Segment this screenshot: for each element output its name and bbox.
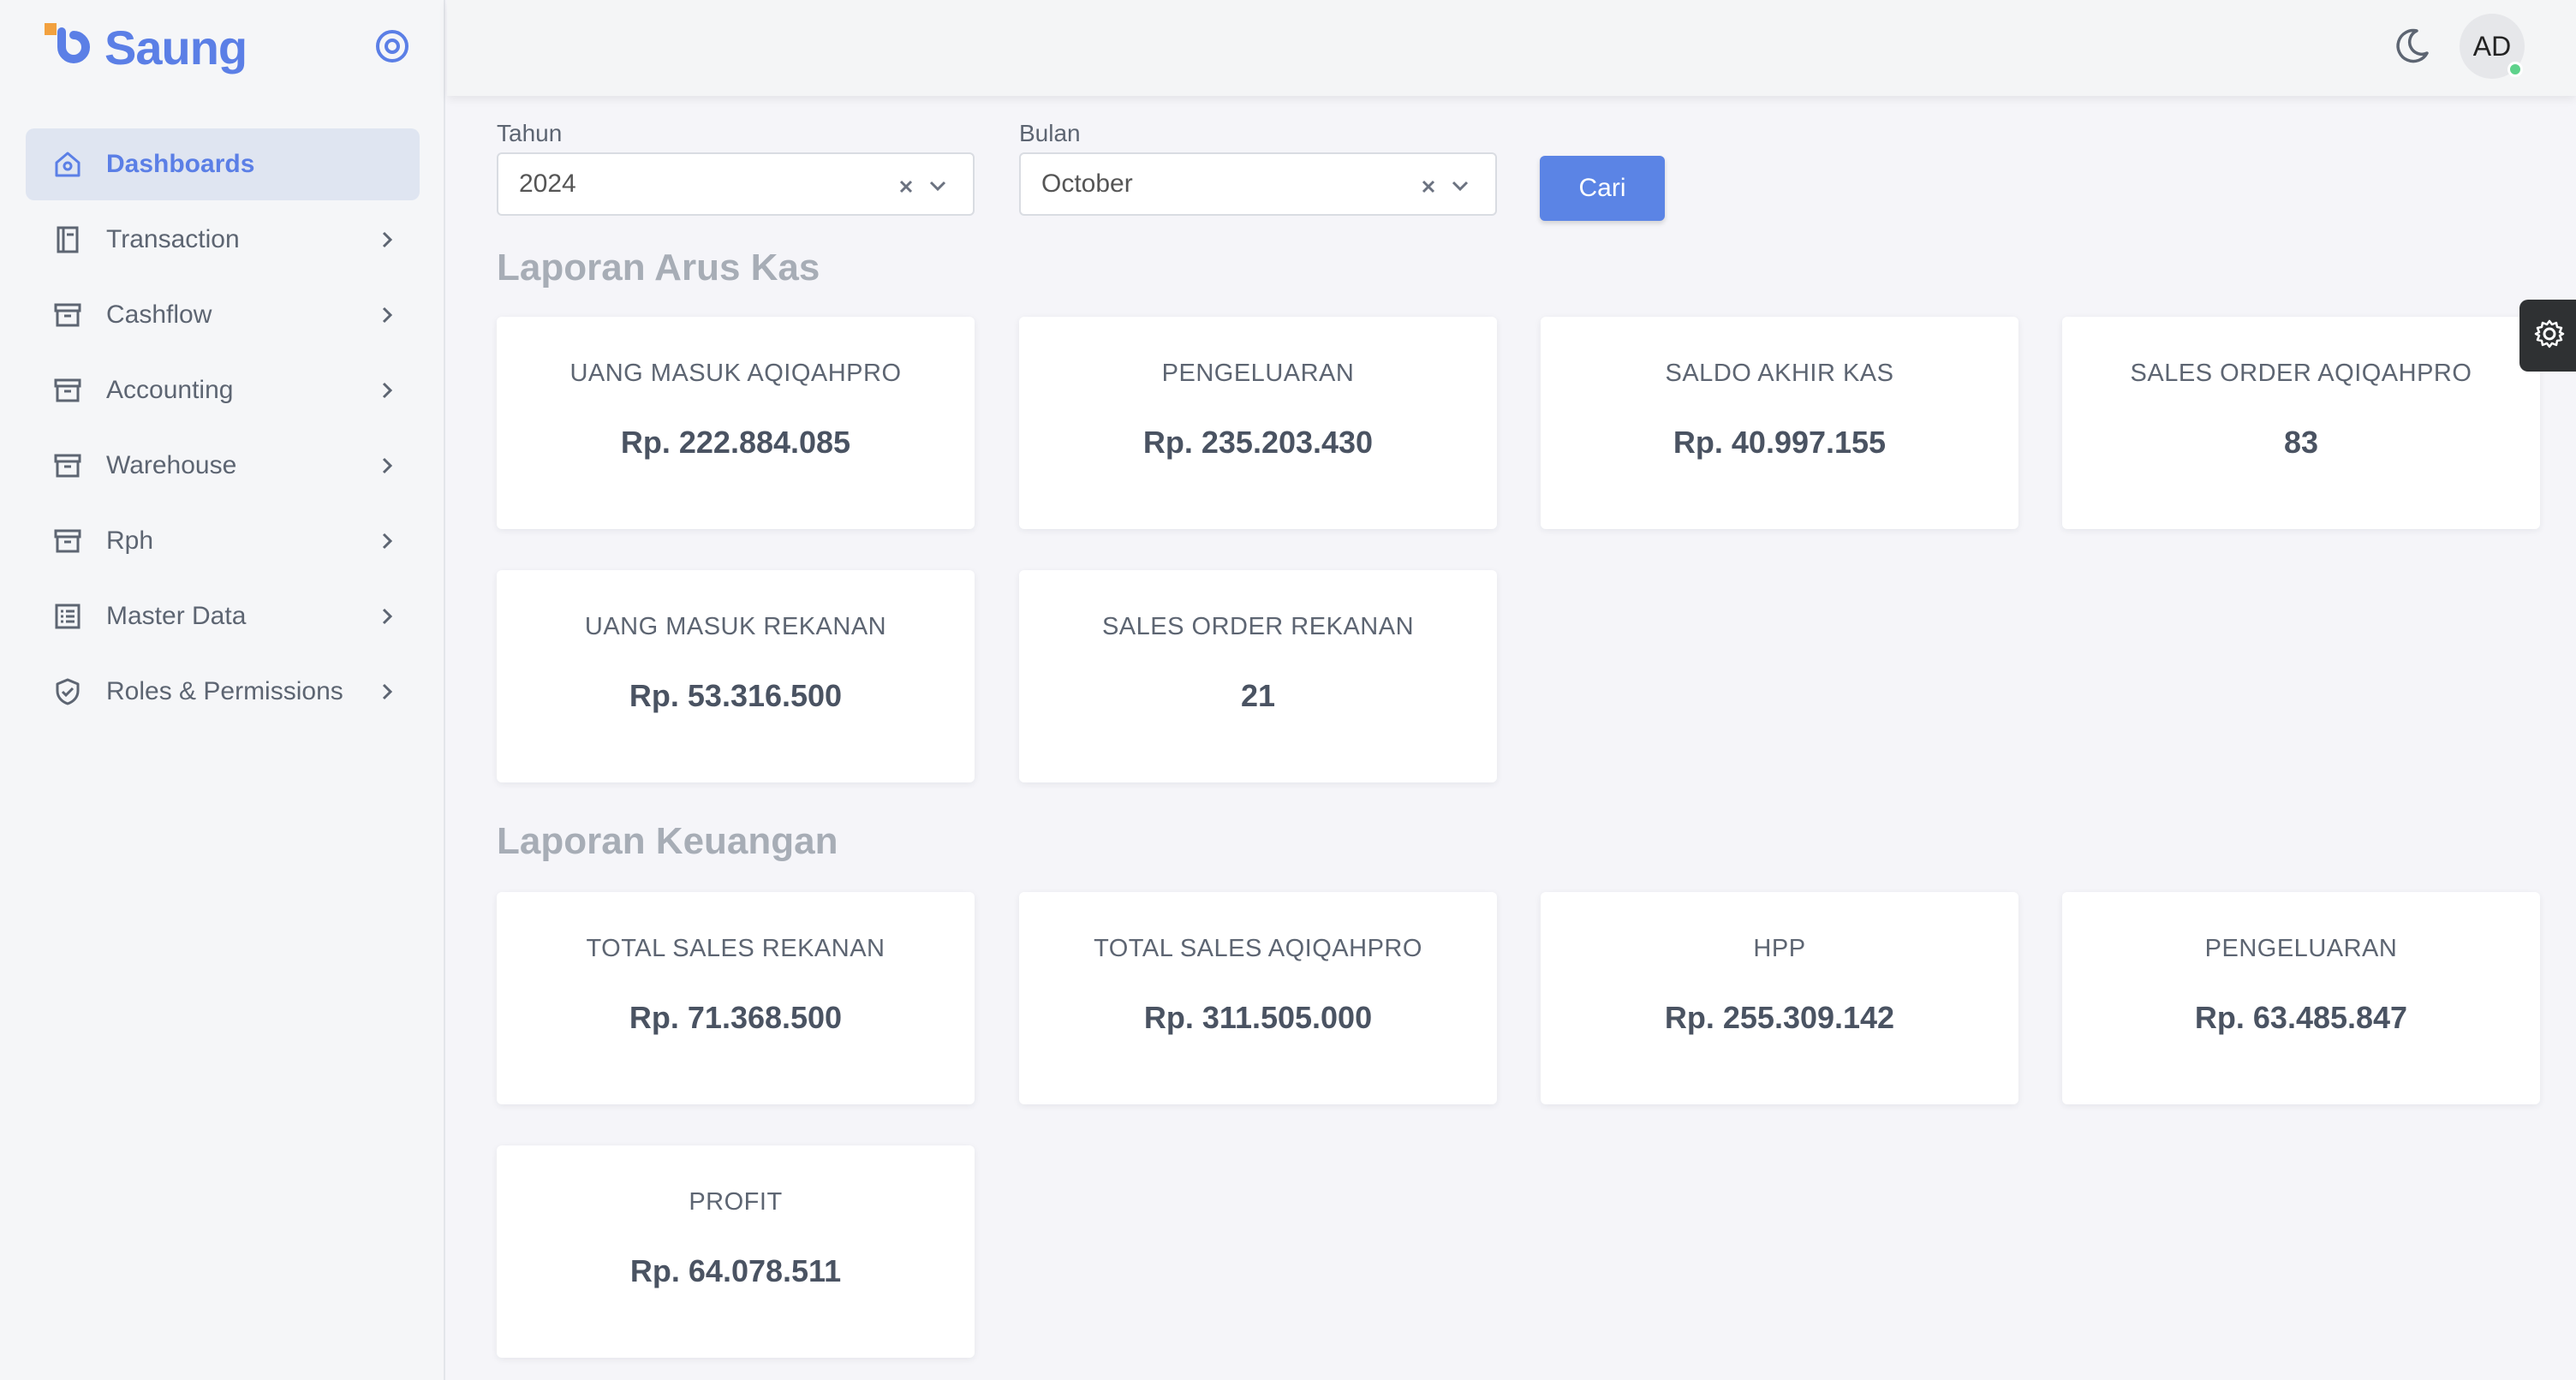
stat-card-title: UANG MASUK AQIQAHPRO <box>569 360 902 387</box>
stat-card-title: TOTAL SALES REKANAN <box>586 935 886 962</box>
sidebar-item-dashboards[interactable]: Dashboards <box>26 128 420 200</box>
stat-card: UANG MASUK REKANAN Rp. 53.316.500 <box>497 570 975 782</box>
avatar[interactable]: AD <box>2460 14 2525 79</box>
stat-card-value: Rp. 40.997.155 <box>1673 425 1887 460</box>
stat-card-value: 83 <box>2283 425 2319 460</box>
stat-card: PROFIT Rp. 64.078.511 <box>497 1145 975 1358</box>
brand-logo-icon <box>43 21 91 73</box>
chevron-right-icon <box>373 377 401 404</box>
sidebar-item-label: Accounting <box>106 376 234 404</box>
brand-name: Saung <box>104 20 247 74</box>
stat-card: UANG MASUK AQIQAHPRO Rp. 222.884.085 <box>497 317 975 529</box>
stat-card: PENGELUARAN Rp. 235.203.430 <box>1019 317 1497 529</box>
cashflow-report-title: Laporan Arus Kas <box>497 247 820 288</box>
sidebar-item-accounting[interactable]: Accounting <box>26 354 420 426</box>
stat-card-value: Rp. 255.309.142 <box>1664 1000 1895 1035</box>
sidebar: Saung Dashboards Transaction Cashflow Ac… <box>0 0 445 1380</box>
gear-icon <box>2533 318 2566 354</box>
sidebar-item-master-data[interactable]: Master Data <box>26 580 420 652</box>
sidebar-item-label: Cashflow <box>106 300 212 329</box>
clear-icon[interactable] <box>1418 175 1439 195</box>
stat-card-title: PENGELUARAN <box>2204 935 2398 962</box>
stat-card: TOTAL SALES REKANAN Rp. 71.368.500 <box>497 892 975 1104</box>
online-status-dot <box>2507 62 2523 77</box>
stat-card-title: HPP <box>1753 935 1806 962</box>
stat-card: TOTAL SALES AQIQAHPRO Rp. 311.505.000 <box>1019 892 1497 1104</box>
archive-icon <box>51 449 84 482</box>
sidebar-item-label: Master Data <box>106 602 247 630</box>
stat-card-title: SALDO AKHIR KAS <box>1665 360 1894 387</box>
stat-card-title: PENGELUARAN <box>1161 360 1355 387</box>
year-select-value: 2024 <box>519 170 576 198</box>
month-select[interactable]: October <box>1019 152 1497 216</box>
stat-card-title: SALES ORDER AQIQAHPRO <box>2130 360 2472 387</box>
home-icon <box>51 148 84 181</box>
stat-card-value: Rp. 64.078.511 <box>629 1253 842 1288</box>
stat-card-value: Rp. 53.316.500 <box>629 678 843 713</box>
stat-card-value: Rp. 311.505.000 <box>1143 1000 1373 1035</box>
stat-card: SALES ORDER REKANAN 21 <box>1019 570 1497 782</box>
book-icon <box>51 223 84 256</box>
archive-icon <box>51 299 84 331</box>
sidebar-menu: Dashboards Transaction Cashflow Accounti… <box>26 128 420 731</box>
stat-card-value: 21 <box>1240 678 1276 713</box>
clear-icon[interactable] <box>896 175 916 195</box>
stat-card-value: Rp. 235.203.430 <box>1142 425 1374 460</box>
year-select[interactable]: 2024 <box>497 152 975 216</box>
moon-icon[interactable] <box>2389 24 2434 68</box>
stat-card-title: TOTAL SALES AQIQAHPRO <box>1094 935 1422 962</box>
list-icon <box>51 600 84 633</box>
brand[interactable]: Saung <box>43 19 247 75</box>
year-label: Tahun <box>497 120 563 146</box>
stat-card-value: Rp. 71.368.500 <box>629 1000 843 1035</box>
avatar-initials: AD <box>2472 30 2512 62</box>
sidebar-item-label: Dashboards <box>106 150 255 178</box>
stat-card: PENGELUARAN Rp. 63.485.847 <box>2062 892 2540 1104</box>
finance-report-title: Laporan Keuangan <box>497 820 838 862</box>
stat-card: SALES ORDER AQIQAHPRO 83 <box>2062 317 2540 529</box>
archive-icon <box>51 374 84 407</box>
app: Saung Dashboards Transaction Cashflow Ac… <box>0 0 2576 1380</box>
sidebar-item-warehouse[interactable]: Warehouse <box>26 430 420 502</box>
sidebar-item-label: Roles & Permissions <box>106 677 343 705</box>
chevron-right-icon <box>373 603 401 630</box>
month-select-value: October <box>1041 170 1133 198</box>
chevron-right-icon <box>373 678 401 705</box>
sidebar-toggle-icon[interactable] <box>373 27 411 65</box>
month-label: Bulan <box>1019 120 1081 146</box>
search-button[interactable]: Cari <box>1540 156 1665 221</box>
chevron-right-icon <box>373 226 401 253</box>
sidebar-item-cashflow[interactable]: Cashflow <box>26 279 420 351</box>
chevron-right-icon <box>373 301 401 329</box>
sidebar-item-label: Rph <box>106 526 154 555</box>
sidebar-item-transaction[interactable]: Transaction <box>26 204 420 276</box>
sidebar-item-label: Warehouse <box>106 451 237 479</box>
topbar <box>447 0 2576 96</box>
chevron-down-icon[interactable] <box>925 173 951 199</box>
archive-icon <box>51 525 84 557</box>
sidebar-item-rph[interactable]: Rph <box>26 505 420 577</box>
stat-card-value: Rp. 222.884.085 <box>620 425 851 460</box>
sidebar-item-roles-permissions[interactable]: Roles & Permissions <box>26 656 420 728</box>
settings-button[interactable] <box>2519 300 2576 372</box>
stat-card-value: Rp. 63.485.847 <box>2194 1000 2408 1035</box>
shield-icon <box>51 675 84 708</box>
stat-card-title: SALES ORDER REKANAN <box>1101 613 1415 640</box>
sidebar-item-label: Transaction <box>106 225 240 253</box>
stat-card: SALDO AKHIR KAS Rp. 40.997.155 <box>1541 317 2018 529</box>
chevron-right-icon <box>373 452 401 479</box>
stat-card-title: UANG MASUK REKANAN <box>584 613 887 640</box>
stat-card: HPP Rp. 255.309.142 <box>1541 892 2018 1104</box>
stat-card-title: PROFIT <box>689 1188 783 1216</box>
chevron-right-icon <box>373 527 401 555</box>
chevron-down-icon[interactable] <box>1447 173 1473 199</box>
